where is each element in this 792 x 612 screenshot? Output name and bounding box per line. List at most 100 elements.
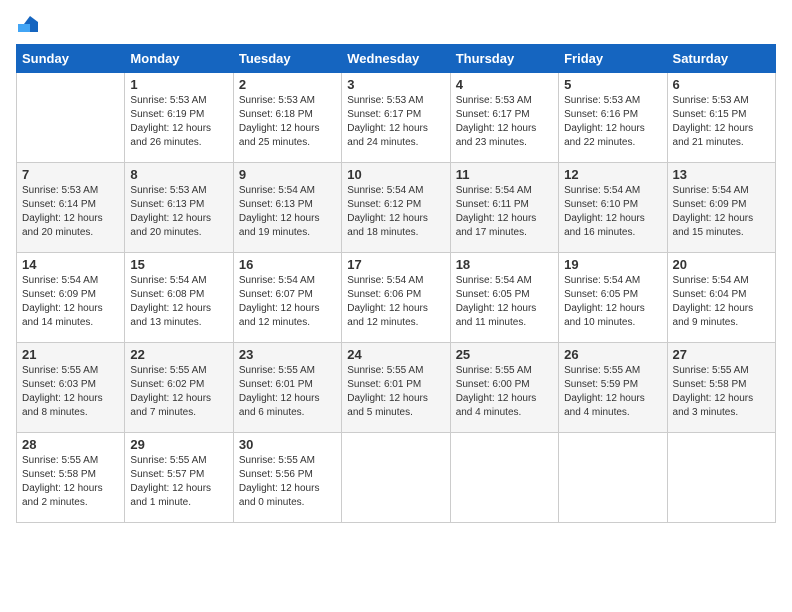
day-info: Sunrise: 5:55 AMSunset: 6:03 PMDaylight:… <box>22 364 119 420</box>
day-info: Sunrise: 5:54 AMSunset: 6:04 PMDaylight:… <box>673 274 770 330</box>
weekday-header-saturday: Saturday <box>667 45 775 73</box>
day-info: Sunrise: 5:53 AMSunset: 6:14 PMDaylight:… <box>22 184 119 240</box>
day-info: Sunrise: 5:55 AMSunset: 6:00 PMDaylight:… <box>456 364 553 420</box>
weekday-header-row: SundayMondayTuesdayWednesdayThursdayFrid… <box>17 45 776 73</box>
calendar-cell: 9 Sunrise: 5:54 AMSunset: 6:13 PMDaylight… <box>233 163 341 253</box>
day-info: Sunrise: 5:53 AMSunset: 6:18 PMDaylight:… <box>239 94 336 150</box>
day-info: Sunrise: 5:55 AMSunset: 5:58 PMDaylight:… <box>22 454 119 510</box>
day-info: Sunrise: 5:55 AMSunset: 5:57 PMDaylight:… <box>130 454 227 510</box>
weekday-header-thursday: Thursday <box>450 45 558 73</box>
calendar-week-row: 7 Sunrise: 5:53 AMSunset: 6:14 PMDaylight… <box>17 163 776 253</box>
weekday-header-sunday: Sunday <box>17 45 125 73</box>
calendar-week-row: 14 Sunrise: 5:54 AMSunset: 6:09 PMDayligh… <box>17 253 776 343</box>
day-info: Sunrise: 5:55 AMSunset: 6:02 PMDaylight:… <box>130 364 227 420</box>
day-info: Sunrise: 5:54 AMSunset: 6:09 PMDaylight:… <box>22 274 119 330</box>
calendar-week-row: 1Sunrise: 5:53 AMSunset: 6:19 PMDaylight… <box>17 73 776 163</box>
day-info: Sunrise: 5:54 AMSunset: 6:10 PMDaylight:… <box>564 184 661 240</box>
day-number: 18 <box>456 257 553 272</box>
day-info: Sunrise: 5:53 AMSunset: 6:16 PMDaylight:… <box>564 94 661 150</box>
calendar-cell <box>559 433 667 523</box>
day-info: Sunrise: 5:54 AMSunset: 6:07 PMDaylight:… <box>239 274 336 330</box>
calendar-cell: 27 Sunrise: 5:55 AMSunset: 5:58 PMDayligh… <box>667 343 775 433</box>
day-info: Sunrise: 5:53 AMSunset: 6:13 PMDaylight:… <box>130 184 227 240</box>
day-number: 22 <box>130 347 227 362</box>
day-number: 25 <box>456 347 553 362</box>
calendar-cell: 30Sunrise: 5:55 AMSunset: 5:56 PMDayligh… <box>233 433 341 523</box>
day-info: Sunrise: 5:54 AMSunset: 6:11 PMDaylight:… <box>456 184 553 240</box>
calendar-cell: 10 Sunrise: 5:54 AMSunset: 6:12 PMDayligh… <box>342 163 450 253</box>
calendar-cell: 25 Sunrise: 5:55 AMSunset: 6:00 PMDayligh… <box>450 343 558 433</box>
day-info: Sunrise: 5:55 AMSunset: 6:01 PMDaylight:… <box>347 364 444 420</box>
day-info: Sunrise: 5:54 AMSunset: 6:09 PMDaylight:… <box>673 184 770 240</box>
day-info: Sunrise: 5:55 AMSunset: 6:01 PMDaylight:… <box>239 364 336 420</box>
calendar-cell: 23 Sunrise: 5:55 AMSunset: 6:01 PMDayligh… <box>233 343 341 433</box>
day-number: 5 <box>564 77 661 92</box>
day-info: Sunrise: 5:55 AMSunset: 5:59 PMDaylight:… <box>564 364 661 420</box>
day-number: 14 <box>22 257 119 272</box>
day-number: 29 <box>130 437 227 452</box>
calendar-cell: 1Sunrise: 5:53 AMSunset: 6:19 PMDaylight… <box>125 73 233 163</box>
day-number: 10 <box>347 167 444 182</box>
day-info: Sunrise: 5:54 AMSunset: 6:06 PMDaylight:… <box>347 274 444 330</box>
day-number: 13 <box>673 167 770 182</box>
calendar-cell: 26 Sunrise: 5:55 AMSunset: 5:59 PMDayligh… <box>559 343 667 433</box>
day-number: 4 <box>456 77 553 92</box>
calendar-cell: 15Sunrise: 5:54 AMSunset: 6:08 PMDayligh… <box>125 253 233 343</box>
page-header <box>16 16 776 32</box>
calendar-cell: 7 Sunrise: 5:53 AMSunset: 6:14 PMDaylight… <box>17 163 125 253</box>
day-info: Sunrise: 5:53 AMSunset: 6:15 PMDaylight:… <box>673 94 770 150</box>
day-number: 26 <box>564 347 661 362</box>
day-info: Sunrise: 5:55 AMSunset: 5:56 PMDaylight:… <box>239 454 336 510</box>
day-info: Sunrise: 5:54 AMSunset: 6:13 PMDaylight:… <box>239 184 336 240</box>
day-info: Sunrise: 5:54 AMSunset: 6:08 PMDaylight:… <box>130 274 227 330</box>
calendar-cell <box>17 73 125 163</box>
weekday-header-wednesday: Wednesday <box>342 45 450 73</box>
calendar-cell: 20 Sunrise: 5:54 AMSunset: 6:04 PMDayligh… <box>667 253 775 343</box>
calendar-cell: 24Sunrise: 5:55 AMSunset: 6:01 PMDayligh… <box>342 343 450 433</box>
calendar-cell: 14 Sunrise: 5:54 AMSunset: 6:09 PMDayligh… <box>17 253 125 343</box>
day-number: 28 <box>22 437 119 452</box>
day-number: 17 <box>347 257 444 272</box>
weekday-header-friday: Friday <box>559 45 667 73</box>
day-number: 1 <box>130 77 227 92</box>
calendar-week-row: 28 Sunrise: 5:55 AMSunset: 5:58 PMDayligh… <box>17 433 776 523</box>
calendar-cell: 13 Sunrise: 5:54 AMSunset: 6:09 PMDayligh… <box>667 163 775 253</box>
calendar-cell: 3 Sunrise: 5:53 AMSunset: 6:17 PMDaylight… <box>342 73 450 163</box>
day-number: 3 <box>347 77 444 92</box>
calendar-cell: 4 Sunrise: 5:53 AMSunset: 6:17 PMDaylight… <box>450 73 558 163</box>
calendar-cell: 5 Sunrise: 5:53 AMSunset: 6:16 PMDaylight… <box>559 73 667 163</box>
logo <box>16 16 40 32</box>
calendar-cell: 28 Sunrise: 5:55 AMSunset: 5:58 PMDayligh… <box>17 433 125 523</box>
day-info: Sunrise: 5:53 AMSunset: 6:17 PMDaylight:… <box>456 94 553 150</box>
day-number: 9 <box>239 167 336 182</box>
calendar-cell <box>667 433 775 523</box>
calendar-cell: 29 Sunrise: 5:55 AMSunset: 5:57 PMDayligh… <box>125 433 233 523</box>
calendar-cell: 19 Sunrise: 5:54 AMSunset: 6:05 PMDayligh… <box>559 253 667 343</box>
day-info: Sunrise: 5:53 AMSunset: 6:17 PMDaylight:… <box>347 94 444 150</box>
calendar-cell: 11 Sunrise: 5:54 AMSunset: 6:11 PMDayligh… <box>450 163 558 253</box>
day-number: 7 <box>22 167 119 182</box>
weekday-header-tuesday: Tuesday <box>233 45 341 73</box>
day-number: 21 <box>22 347 119 362</box>
day-number: 19 <box>564 257 661 272</box>
day-info: Sunrise: 5:54 AMSunset: 6:05 PMDaylight:… <box>456 274 553 330</box>
calendar-cell: 17 Sunrise: 5:54 AMSunset: 6:06 PMDayligh… <box>342 253 450 343</box>
day-number: 23 <box>239 347 336 362</box>
weekday-header-monday: Monday <box>125 45 233 73</box>
day-number: 16 <box>239 257 336 272</box>
day-number: 11 <box>456 167 553 182</box>
calendar-cell: 8Sunrise: 5:53 AMSunset: 6:13 PMDaylight… <box>125 163 233 253</box>
day-number: 2 <box>239 77 336 92</box>
day-number: 6 <box>673 77 770 92</box>
day-info: Sunrise: 5:54 AMSunset: 6:05 PMDaylight:… <box>564 274 661 330</box>
calendar-table: SundayMondayTuesdayWednesdayThursdayFrid… <box>16 44 776 523</box>
calendar-cell: 21 Sunrise: 5:55 AMSunset: 6:03 PMDayligh… <box>17 343 125 433</box>
calendar-cell: 6 Sunrise: 5:53 AMSunset: 6:15 PMDaylight… <box>667 73 775 163</box>
day-info: Sunrise: 5:54 AMSunset: 6:12 PMDaylight:… <box>347 184 444 240</box>
calendar-cell <box>342 433 450 523</box>
day-info: Sunrise: 5:55 AMSunset: 5:58 PMDaylight:… <box>673 364 770 420</box>
day-number: 20 <box>673 257 770 272</box>
calendar-cell: 22 Sunrise: 5:55 AMSunset: 6:02 PMDayligh… <box>125 343 233 433</box>
day-number: 27 <box>673 347 770 362</box>
calendar-cell: 18 Sunrise: 5:54 AMSunset: 6:05 PMDayligh… <box>450 253 558 343</box>
